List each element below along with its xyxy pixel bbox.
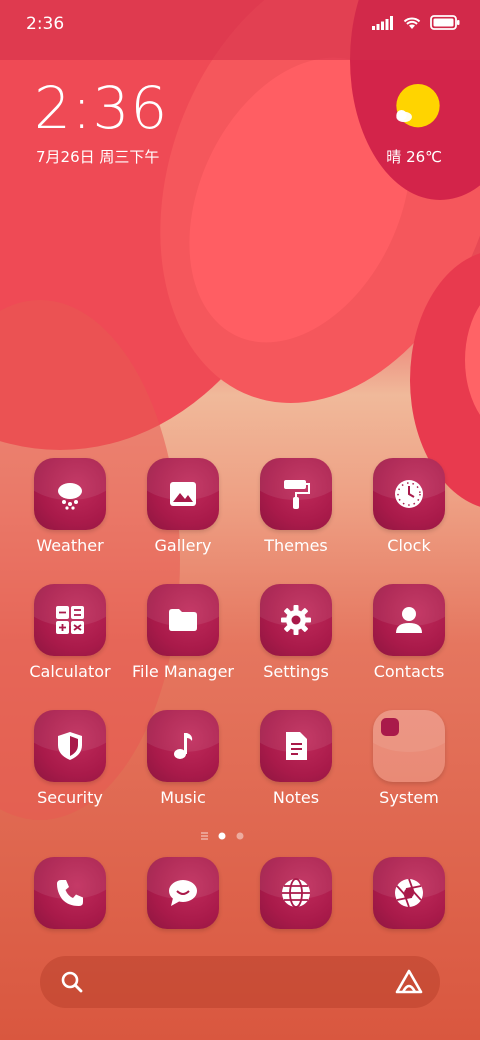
app-clock[interactable]: Clock — [354, 458, 464, 555]
paint-roller-icon — [284, 480, 310, 509]
dock-camera[interactable] — [354, 857, 464, 929]
status-icons — [372, 15, 460, 30]
app-notes[interactable]: Notes — [241, 710, 351, 807]
app-label: File Manager — [132, 662, 234, 681]
clock-widget-time[interactable]: 2:36 — [34, 74, 168, 142]
folder-group-icon — [381, 718, 399, 736]
status-time: 2:36 — [26, 14, 65, 34]
weather-condition: 晴 — [386, 148, 402, 166]
browser-globe-icon — [282, 878, 310, 908]
app-label: Notes — [272, 788, 320, 807]
page-indicator[interactable] — [200, 830, 280, 842]
app-label: Weather — [36, 536, 104, 555]
app-label: Clock — [387, 536, 431, 555]
gallery-icon — [170, 482, 196, 506]
weather-widget-text[interactable]: 晴 26℃ — [386, 146, 442, 167]
weather-temperature: 26℃ — [406, 148, 442, 166]
app-weather[interactable]: Weather — [15, 458, 125, 555]
folder-system[interactable]: System — [354, 710, 464, 807]
battery-icon — [430, 15, 460, 30]
shield-icon — [58, 732, 82, 760]
dock-browser[interactable] — [241, 857, 351, 929]
weather-sun-icon[interactable] — [392, 84, 444, 136]
app-label: Contacts — [373, 662, 445, 681]
clock-icon — [395, 480, 423, 508]
folder-icon — [169, 609, 197, 631]
assistant-icon[interactable] — [394, 968, 424, 996]
app-label: Themes — [264, 536, 328, 555]
notes-icon — [286, 732, 307, 760]
dock-phone[interactable] — [15, 857, 125, 929]
app-calculator[interactable]: Calculator — [15, 584, 125, 681]
folder-tile[interactable] — [373, 710, 445, 782]
app-label: Calculator — [29, 662, 111, 681]
contact-icon — [396, 607, 422, 633]
status-bar: 2:36 — [0, 0, 480, 50]
camera-aperture-icon — [395, 878, 423, 908]
home-screen: 2:36 2:36 7月26日 周三下午 晴 26℃ Weather Galle… — [0, 0, 480, 1040]
app-gallery[interactable]: Gallery — [128, 458, 238, 555]
app-themes[interactable]: Themes — [241, 458, 351, 555]
app-label: Security — [37, 788, 103, 807]
signal-icon — [372, 15, 393, 30]
gear-icon — [281, 605, 311, 635]
music-note-icon — [174, 733, 193, 759]
weather-icon — [58, 483, 82, 510]
app-contacts[interactable]: Contacts — [354, 584, 464, 681]
app-music[interactable]: Music — [128, 710, 238, 807]
calculator-icon — [56, 606, 84, 634]
clock-widget-date[interactable]: 7月26日 周三下午 — [36, 146, 159, 167]
app-file-manager[interactable]: File Manager — [128, 584, 238, 681]
app-label: Gallery — [154, 536, 212, 555]
app-settings[interactable]: Settings — [241, 584, 351, 681]
app-label: Settings — [263, 662, 329, 681]
app-security[interactable]: Security — [15, 710, 125, 807]
messages-icon — [169, 880, 197, 906]
app-label: System — [379, 788, 439, 807]
wifi-icon — [403, 17, 421, 29]
search-icon — [61, 971, 83, 993]
search-bar[interactable] — [40, 956, 440, 1008]
phone-icon — [57, 880, 83, 906]
dock-messages[interactable] — [128, 857, 238, 929]
app-label: Music — [160, 788, 206, 807]
